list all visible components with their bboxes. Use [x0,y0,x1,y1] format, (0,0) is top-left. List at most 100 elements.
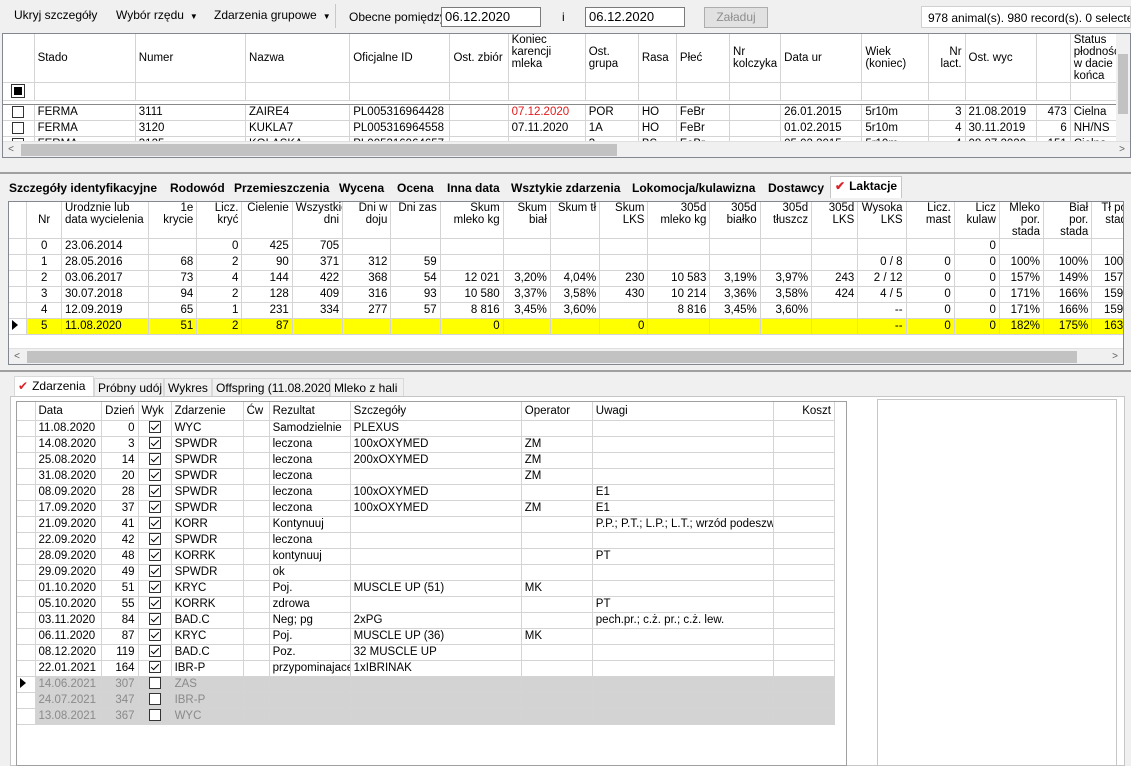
cell[interactable]: 0 / 8 [857,254,907,271]
cell-nazwa[interactable]: KUKLA7 [245,120,351,137]
col-header-oficjalne-id[interactable]: Oficjalne ID [349,34,451,83]
cell-rez[interactable]: Poz. [269,644,351,661]
cell[interactable]: 149% [1043,270,1093,287]
col-header-numer[interactable]: Numer [135,34,247,83]
cell-data[interactable]: 22.09.2020 [35,532,102,549]
col-header-data-ur[interactable]: Data ur [780,34,863,83]
cell-cw[interactable] [243,516,270,533]
cell-rez[interactable]: Samodzielnie [269,420,351,437]
cell-koszt[interactable] [773,708,836,725]
cell-rez[interactable]: leczona [269,500,351,517]
filter-cell[interactable] [676,82,731,101]
cell-koszt[interactable] [773,468,836,485]
cell-cw[interactable] [243,468,270,485]
cell[interactable]: 2 / 12 [857,270,907,287]
cell-zd[interactable]: KRYC [171,580,244,597]
cell[interactable]: 2 [196,286,243,303]
cell[interactable]: 144 [241,270,293,287]
cell-sz[interactable] [350,676,522,693]
col-header[interactable]: Mleko por. stada [999,202,1044,239]
cell-wyk[interactable] [138,548,172,565]
col-header[interactable]: Licz. kryć [196,202,243,239]
cell-ost-wyc[interactable]: 21.08.2019 [965,104,1037,121]
cell-op[interactable] [521,548,593,565]
cell[interactable]: 243 [811,270,859,287]
cell-plec[interactable]: FeBr [676,104,731,121]
cell[interactable] [760,238,813,255]
cell[interactable]: 334 [292,302,344,319]
col-header[interactable]: Wszystkie dni [292,202,344,239]
cell-zd[interactable]: ZAS [171,676,244,693]
cell-wyk[interactable] [138,468,172,485]
cell[interactable]: 0 [599,318,649,335]
cell-op[interactable]: MK [521,628,593,645]
col-header[interactable]: Zdarzenie [171,402,244,421]
table-row[interactable]: 0 23.06.2014 0 425 705 0 [9,238,1123,255]
cell[interactable] [709,254,761,271]
cell-rasa[interactable]: HO [638,104,677,121]
done-checkbox[interactable] [148,597,161,610]
cell-op[interactable] [521,420,593,437]
cell-rez[interactable]: Poj. [269,628,351,645]
cell[interactable]: 12 021 [440,270,504,287]
cell[interactable]: 230 [599,270,649,287]
cell[interactable]: 4,04% [550,270,601,287]
cell[interactable]: 8 816 [647,302,711,319]
table-row[interactable]: 11.08.2020 0 WYC Samodzielnie PLEXUS [17,420,836,437]
cell-wyk[interactable] [138,692,172,709]
table-row[interactable]: 08.12.2020 119 BAD.C Poz. 32 MUSCLE UP [17,644,836,661]
cell[interactable]: 159% [1091,286,1123,303]
table-row[interactable]: 4 12.09.2019 65 1 231 334 277 57 8 816 3,45% 3,60%… [9,302,1123,319]
cell-rez[interactable]: przypominajace [269,660,351,677]
col-header[interactable]: Licz kulaw [954,202,1000,239]
col-header-nr-lact[interactable]: Nr lact. [928,34,966,83]
cell[interactable]: 166% [1043,286,1093,303]
lactations-hscrollbar[interactable]: < > [9,348,1123,364]
cell-oficjalne-id[interactable]: PL005316964428 [349,104,451,121]
cell-grupa[interactable]: POR [585,104,639,121]
cell-wyk[interactable] [138,452,172,469]
date-from-field[interactable]: 06.12.2020 [441,7,541,27]
tab-rodowód[interactable]: Rodowód [165,178,230,198]
col-header[interactable]: 305d białko [709,202,761,239]
cell-data[interactable]: 21.09.2020 [35,516,102,533]
col-header[interactable]: Uwagi [592,402,774,421]
cell[interactable]: -- [857,318,907,335]
cell-op[interactable]: ZM [521,500,593,517]
cell-plec[interactable]: FeBr [676,120,731,137]
cell-zd[interactable]: KRYC [171,628,244,645]
cell-cw[interactable] [243,628,270,645]
cell[interactable] [599,238,649,255]
cell[interactable]: 422 [292,270,344,287]
splitter[interactable] [0,172,1131,174]
cell[interactable]: 3,58% [550,286,601,303]
table-row[interactable]: 22.01.2021 164 IBR-P przypominajace 1xIBRINA… [17,660,836,677]
col-header[interactable]: Wysoka LKS [857,202,907,239]
cell-cw[interactable] [243,532,270,549]
cell-op[interactable]: ZM [521,436,593,453]
cell-koszt[interactable] [773,532,836,549]
cell[interactable]: 4 [196,270,243,287]
cell-koszt[interactable] [773,644,836,661]
cell[interactable]: 0 [954,238,1000,255]
filter-cell[interactable] [34,82,136,101]
cell-rez[interactable]: ok [269,564,351,581]
filter-cell[interactable] [135,82,247,101]
col-header[interactable]: 305d mleko kg [647,202,711,239]
cell[interactable] [811,302,859,319]
cell-sz[interactable]: MUSCLE UP (51) [350,580,522,597]
cell[interactable] [550,318,601,335]
cell[interactable]: 231 [241,302,293,319]
cell-sz[interactable]: PLEXUS [350,420,522,437]
cell-cw[interactable] [243,580,270,597]
table-row[interactable]: 17.09.2020 37 SPWDR leczona 100xOXYMED ZM E1 [17,500,836,517]
row-select-cell[interactable] [3,120,35,137]
table-row[interactable]: 28.09.2020 48 KORRK kontynuuj PT [17,548,836,565]
cell[interactable] [342,238,392,255]
cell[interactable]: 3,36% [709,286,761,303]
cell-koszt[interactable] [773,436,836,453]
col-header-stado[interactable]: Stado [34,34,136,83]
cell-op[interactable] [521,660,593,677]
cell-data[interactable]: 14.08.2020 [35,436,102,453]
col-header-ost-grupa[interactable]: Ost. grupa [585,34,639,83]
